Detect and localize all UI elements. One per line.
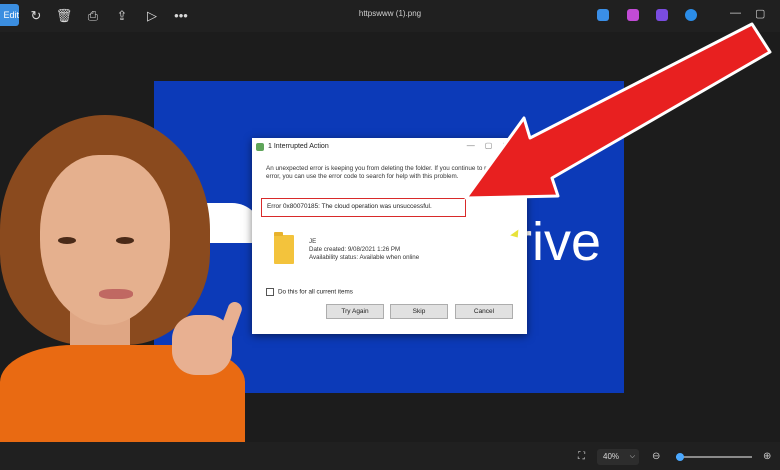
zoom-out-icon[interactable]: ⊖ xyxy=(652,451,660,462)
left-eye xyxy=(58,237,76,244)
zoom-slider[interactable] xyxy=(675,453,752,461)
zoom-dropdown[interactable]: 40% ⌵ xyxy=(597,449,639,465)
zoom-in-icon[interactable]: ⊕ xyxy=(763,451,771,462)
woman-photo xyxy=(0,115,250,470)
fit-screen-icon[interactable]: ⛶ xyxy=(578,451,585,462)
zoom-slider-thumb[interactable] xyxy=(675,453,684,461)
chevron-down-icon: ⌵ xyxy=(629,453,635,460)
red-arrow xyxy=(464,22,772,200)
face xyxy=(40,155,170,325)
bottom-statusbar: ⛶ 40% ⌵ ⊖ ⊕ xyxy=(0,442,780,470)
lips xyxy=(99,289,133,299)
zoom-level: 40% xyxy=(603,452,620,461)
right-eye xyxy=(116,237,134,244)
